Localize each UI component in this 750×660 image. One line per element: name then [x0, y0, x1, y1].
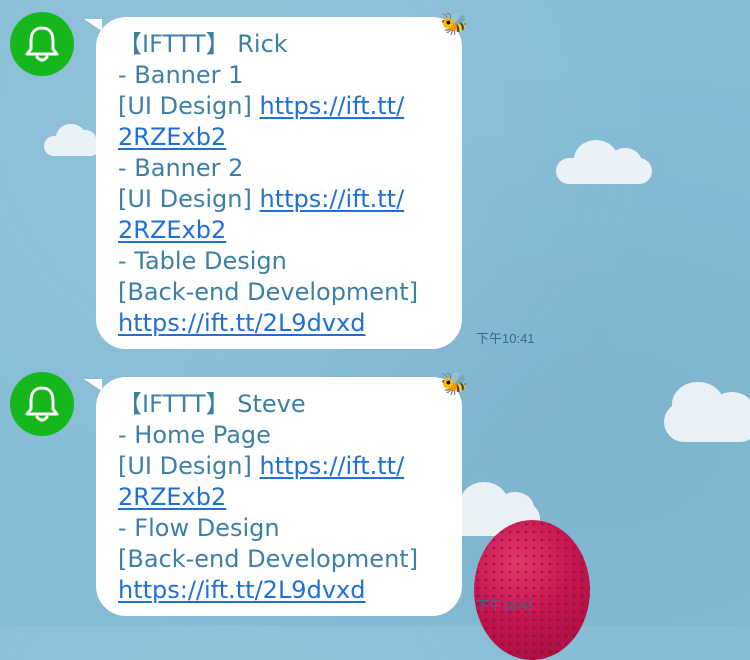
sender-avatar[interactable]	[10, 372, 74, 436]
message-link[interactable]: https://ift.tt/	[260, 185, 405, 213]
category-label: [Back-end Development]	[118, 545, 419, 573]
message-link[interactable]: https://ift.tt/2L9dvxd	[118, 309, 365, 337]
message-link[interactable]: 2RZExb2	[118, 216, 226, 244]
cloud-decoration	[556, 140, 652, 184]
message-line: 2RZExb2	[118, 122, 446, 153]
message-title: 【IFTTT】 Rick	[118, 30, 288, 58]
message-line: 2RZExb2	[118, 482, 446, 513]
message-line: [UI Design] https://ift.tt/	[118, 184, 446, 215]
bee-icon: 🐝	[440, 12, 468, 37]
message-link[interactable]: https://ift.tt/2L9dvxd	[118, 576, 365, 604]
message-link[interactable]: https://ift.tt/	[260, 92, 405, 120]
message-title: 【IFTTT】 Steve	[118, 390, 306, 418]
bell-icon	[25, 386, 59, 422]
message-link[interactable]: 2RZExb2	[118, 123, 226, 151]
message-line: 2RZExb2	[118, 215, 446, 246]
message-line: - Banner 1	[118, 61, 244, 89]
message-link[interactable]: https://ift.tt/	[260, 452, 405, 480]
message-line: - Home Page	[118, 421, 271, 449]
sender-avatar[interactable]	[10, 12, 74, 76]
message-line: [UI Design] https://ift.tt/	[118, 451, 446, 482]
cloud-decoration	[664, 382, 750, 442]
category-label: [Back-end Development]	[118, 278, 419, 306]
bee-icon: 🐝	[440, 372, 468, 397]
category-label: [UI Design]	[118, 92, 260, 120]
category-label: [UI Design]	[118, 185, 260, 213]
message-link[interactable]: 2RZExb2	[118, 483, 226, 511]
message-bubble: 🐝 【IFTTT】 Rick - Banner 1 [UI Design] ht…	[84, 12, 468, 349]
message-line: https://ift.tt/2L9dvxd	[118, 308, 446, 339]
bell-icon	[25, 26, 59, 62]
category-label: [UI Design]	[118, 452, 260, 480]
message-bubble: 🐝 【IFTTT】 Steve - Home Page [UI Design] …	[84, 372, 468, 616]
cloud-decoration	[44, 124, 100, 156]
message-line: - Banner 2	[118, 154, 244, 182]
message-timestamp: 下午10:41	[476, 331, 535, 346]
message-line: https://ift.tt/2L9dvxd	[118, 575, 446, 606]
message-line: - Table Design	[118, 247, 287, 275]
message-line: - Flow Design	[118, 514, 280, 542]
message-timestamp: 下午10:41	[476, 598, 535, 613]
balloon-decoration	[474, 520, 590, 660]
message-line: [UI Design] https://ift.tt/	[118, 91, 446, 122]
